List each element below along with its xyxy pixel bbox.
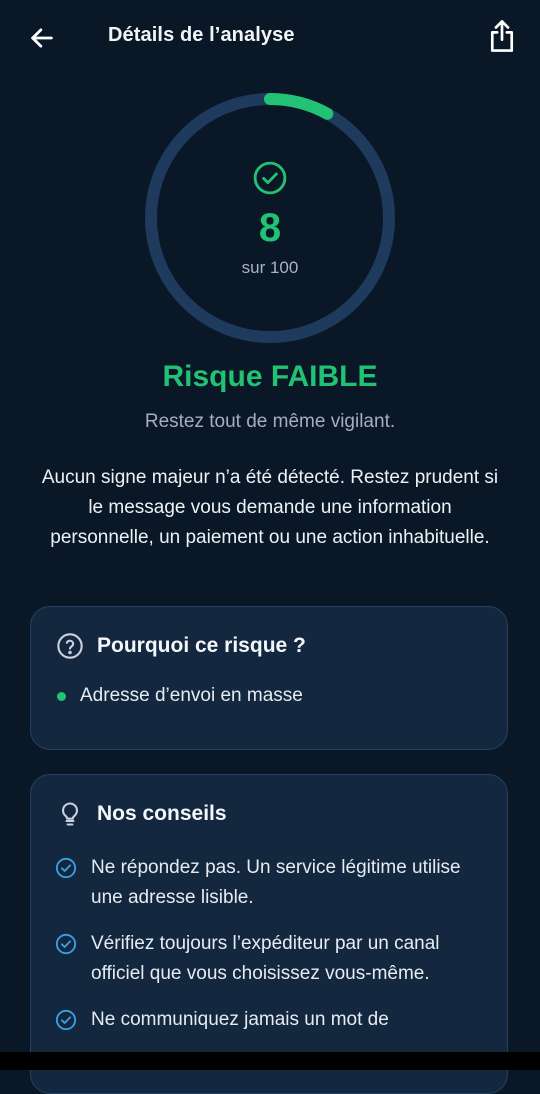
share-icon [490, 20, 514, 52]
check-circle-icon [55, 1009, 77, 1031]
bullet-dot-icon [57, 691, 66, 701]
top-app-bar: Détails de l’analyse [0, 0, 540, 76]
score-scale-label: sur 100 [241, 258, 299, 277]
why-risk-card: Pourquoi ce risque ? Adresse d’envoi en … [30, 606, 508, 750]
list-item: Adresse d’envoi en masse [55, 685, 303, 707]
page-title: Détails de l’analyse [108, 24, 295, 46]
list-item: Vérifiez toujours l’expéditeur par un ca… [55, 929, 485, 989]
score-value: 8 [258, 206, 282, 250]
risk-level-title: Risque FAIBLE [162, 360, 378, 393]
tip-text: Ne répondez pas. Un service légitime uti… [91, 857, 461, 908]
help-circle-icon [55, 631, 85, 661]
check-circle-icon [55, 857, 77, 879]
share-button[interactable] [480, 14, 524, 58]
reason-text: Adresse d’envoi en masse [80, 685, 303, 706]
list-item: Ne communiquez jamais un mot de [55, 1005, 485, 1035]
arrow-left-icon [31, 28, 53, 48]
why-risk-title: Pourquoi ce risque ? [97, 634, 306, 657]
back-button[interactable] [20, 16, 64, 60]
system-navigation-bar [0, 1052, 540, 1070]
tip-text: Ne communiquez jamais un mot de [91, 1009, 389, 1030]
risk-score-gauge: 8 sur 100 [144, 92, 396, 344]
check-circle-icon [55, 933, 77, 955]
risk-subtitle: Restez tout de même vigilant. [144, 411, 396, 432]
tip-text: Vérifiez toujours l’expéditeur par un ca… [91, 933, 440, 984]
check-circle-icon [253, 161, 287, 195]
tips-title: Nos conseils [97, 802, 227, 825]
tips-list: Ne répondez pas. Un service légitime uti… [55, 853, 485, 1051]
tips-card: Nos conseils Ne répondez pas. Un service… [30, 774, 508, 1094]
list-item: Ne répondez pas. Un service légitime uti… [55, 853, 485, 913]
why-risk-header: Pourquoi ce risque ? [55, 631, 306, 661]
lightbulb-icon [55, 799, 85, 829]
risk-description: Aucun signe majeur n’a été détecté. Rest… [41, 467, 499, 548]
tips-header: Nos conseils [55, 799, 227, 829]
